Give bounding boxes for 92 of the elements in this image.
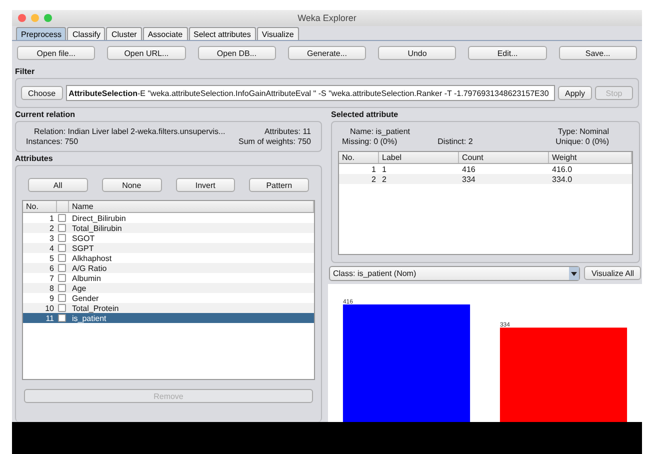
table-cell-text: Albumin [71, 274, 102, 282]
table-cell-text: 6 [48, 264, 55, 272]
table-cell-text: SGOT [71, 234, 96, 242]
toolbar-button[interactable]: Edit... [468, 46, 547, 60]
table-cell-text: 334.0 [551, 174, 574, 184]
table-cell-text: 5 [48, 254, 55, 262]
table-cell-text: Total_Bilirubin [71, 224, 123, 232]
close-icon[interactable] [18, 14, 26, 22]
checkbox[interactable] [58, 254, 66, 262]
attribute-row[interactable]: 4 SGPT [23, 243, 314, 253]
checkbox[interactable] [58, 294, 66, 302]
table-cell-text: A/G Ratio [71, 264, 108, 272]
tab[interactable]: Cluster [106, 27, 142, 40]
table-cell-text: Total_Protein [71, 304, 120, 312]
select-button[interactable]: None [102, 178, 162, 192]
table-cell-text: 2 [370, 174, 377, 184]
table-cell-text: Age [71, 284, 88, 292]
toolbar-button[interactable]: Undo [378, 46, 456, 60]
select-button[interactable]: Pattern [249, 178, 309, 192]
relation-text: Relation: Indian Liver label 2-weka.filters.unsupervis... [33, 127, 226, 136]
table-cell-text: 7 [48, 274, 55, 282]
choose-button[interactable]: Choose [21, 86, 63, 100]
checkbox[interactable] [58, 314, 66, 322]
table-cell-text: 11 [44, 314, 55, 322]
unique-text: Unique: 0 (0%) [554, 137, 610, 146]
toolbar-button[interactable]: Open file... [17, 46, 96, 60]
column-header: Label [379, 152, 459, 163]
column-header: No. [23, 201, 57, 212]
table-cell-text: 416.0 [551, 164, 574, 174]
window-title: Weka Explorer [298, 13, 356, 23]
table-cell-text: Direct_Bilirubin [71, 214, 127, 222]
section-heading: Filter [14, 66, 36, 78]
toolbar-button[interactable]: Save... [558, 46, 637, 60]
name-text: Name: is_patient [349, 127, 412, 136]
table-cell-text: Alkhaphost [71, 254, 113, 262]
instances-count: Instances: 750 [26, 137, 80, 146]
distinct-text: Distinct: 2 [438, 137, 474, 146]
table-cell-text: 416 [461, 164, 476, 174]
select-button[interactable]: Invert [176, 178, 236, 192]
attribute-row[interactable]: 2 Total_Bilirubin [23, 223, 314, 233]
checkbox[interactable] [58, 214, 66, 222]
table-cell-text: 1 [381, 164, 388, 174]
class-dropdown[interactable]: Class: is_patient (Nom) [329, 266, 580, 281]
checkbox[interactable] [58, 224, 66, 232]
attribute-row[interactable]: 6 A/G Ratio [23, 263, 314, 273]
attributes-count: Attributes: 11 [263, 127, 311, 136]
section-heading: Attributes [14, 153, 54, 165]
column-header: No. [339, 152, 379, 163]
apply-button[interactable]: Apply [558, 86, 592, 100]
column-header: Name [69, 201, 314, 212]
table-cell-text: Gender [71, 294, 100, 302]
table-cell-text: 1 [370, 164, 377, 174]
checkbox[interactable] [58, 304, 66, 312]
tab[interactable]: Select attributes [188, 27, 256, 40]
table-cell-text: 9 [48, 294, 55, 302]
table-cell-text: 3 [48, 234, 55, 242]
toolbar-button[interactable]: Open DB... [198, 46, 276, 60]
attribute-row[interactable]: 11 is_patient [23, 313, 314, 323]
checkbox[interactable] [58, 244, 66, 252]
checkbox[interactable] [58, 284, 66, 292]
table-cell-text: 2 [48, 224, 55, 232]
checkbox[interactable] [58, 274, 66, 282]
zoom-icon[interactable] [44, 14, 52, 22]
dropdown-icon [569, 267, 580, 280]
select-button[interactable]: All [28, 178, 88, 192]
filter-field[interactable]: AttributeSelection-E "weka.attributeSelection.InfoGainAttributeEval " -S "weka.attributeSelection.Ranker -T -1.7976931348623157E30 [66, 85, 555, 101]
checkbox[interactable] [58, 264, 66, 272]
table-cell-text: 4 [48, 244, 55, 252]
checkbox[interactable] [58, 234, 66, 242]
type-text: Type: Nominal [556, 127, 610, 136]
section-heading: Selected attribute [330, 109, 400, 121]
table-cell-text: 8 [48, 284, 55, 292]
table-cell-text: is_patient [71, 314, 108, 322]
column-header: Count [459, 152, 549, 163]
visualize-all-button[interactable]: Visualize All [584, 266, 641, 280]
attribute-row[interactable]: 8 Age [23, 283, 314, 293]
toolbar-button[interactable]: Open URL... [107, 46, 186, 60]
toolbar-button[interactable]: Generate... [288, 46, 366, 60]
table-cell-text: 1 [48, 214, 55, 222]
attribute-row[interactable]: 10 Total_Protein [23, 303, 314, 313]
tab[interactable]: Associate [142, 27, 188, 40]
tab[interactable]: Preprocess [16, 27, 66, 40]
table-cell-text: 334 [461, 174, 476, 184]
missing-text: Missing: 0 (0%) [342, 137, 398, 146]
weights-sum: Sum of weights: 750 [238, 137, 311, 146]
section-heading: Current relation [14, 109, 76, 121]
table-cell-text: 10 [44, 304, 55, 312]
tab[interactable]: Classify [67, 27, 106, 40]
table-cell-text: SGPT [71, 244, 95, 252]
tab[interactable]: Visualize [256, 27, 299, 40]
column-header: Weight [549, 152, 632, 163]
table-cell-text: 2 [381, 174, 388, 184]
